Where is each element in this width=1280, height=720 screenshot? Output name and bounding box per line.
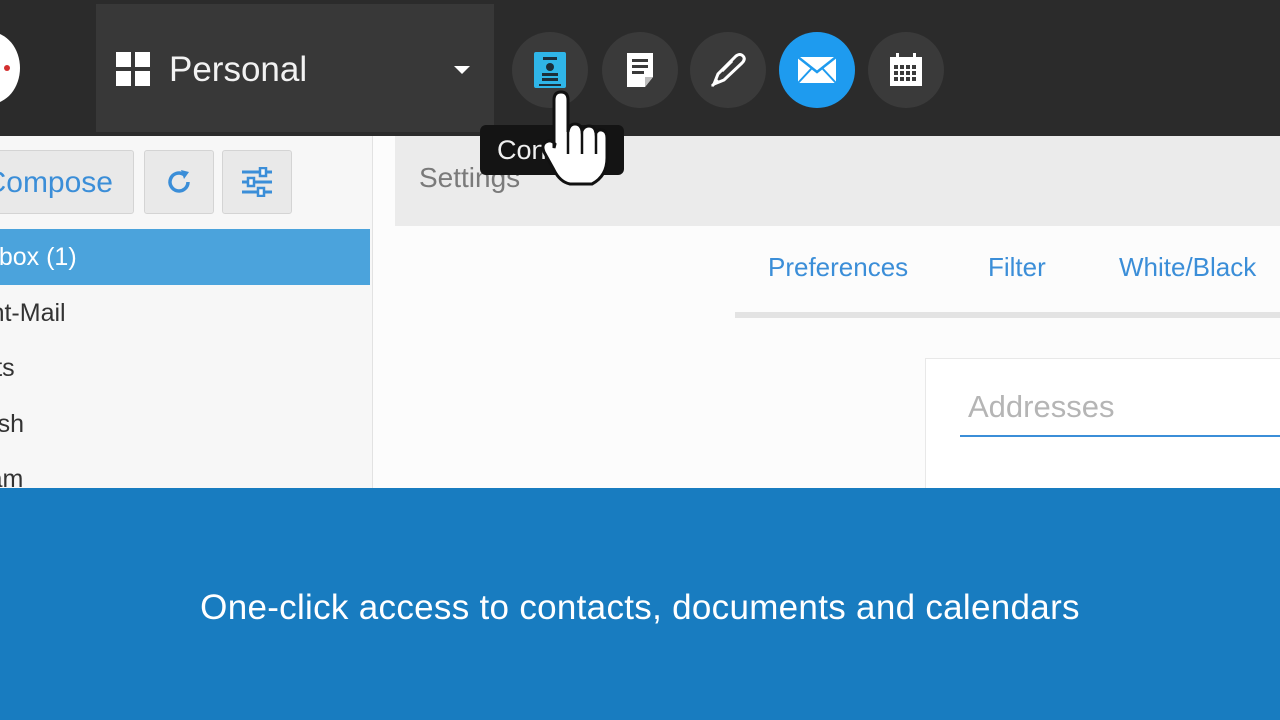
- envelope-icon: [797, 56, 837, 84]
- folder-label: Drafts: [0, 354, 15, 382]
- caption-text: One-click access to contacts, documents …: [200, 588, 1080, 627]
- calendar-button[interactable]: [868, 32, 944, 108]
- pen-icon: [710, 53, 746, 88]
- refresh-button[interactable]: [144, 150, 214, 214]
- contacts-icon: [534, 52, 566, 88]
- documents-button[interactable]: [602, 32, 678, 108]
- filter-settings-button[interactable]: [222, 150, 292, 214]
- notes-button[interactable]: [690, 32, 766, 108]
- folder-drafts[interactable]: Drafts: [0, 340, 370, 396]
- addresses-field-label[interactable]: Addresses: [968, 389, 1114, 425]
- tab-filter[interactable]: Filter: [988, 252, 1046, 283]
- folder-label: Sent-Mail: [0, 299, 66, 327]
- folder-sent[interactable]: Sent-Mail: [0, 285, 370, 341]
- folder-trash[interactable]: Trash: [0, 396, 370, 452]
- mail-button[interactable]: [779, 32, 855, 108]
- top-bar: Personal: [0, 0, 1280, 136]
- addresses-panel: Addresses: [925, 358, 1280, 490]
- tab-preferences[interactable]: Preferences: [768, 252, 908, 283]
- logo-dot: [4, 65, 10, 71]
- caption-banner: One-click access to contacts, documents …: [0, 488, 1280, 720]
- folder-sidebar: Compose Inbox (1) Sent-Mail Drafts Trash…: [0, 136, 373, 493]
- app-logo[interactable]: [0, 32, 20, 104]
- calendar-icon: [890, 53, 922, 86]
- tab-white-black[interactable]: White/Black: [1119, 252, 1256, 283]
- grid-icon: [116, 52, 150, 86]
- folder-label: Trash: [0, 410, 24, 438]
- addresses-field-underline: [960, 435, 1280, 437]
- folder-label: Inbox (1): [0, 243, 77, 271]
- document-icon: [627, 53, 653, 87]
- folder-inbox[interactable]: Inbox (1): [0, 229, 370, 285]
- account-name: Personal: [169, 50, 308, 89]
- refresh-icon: [168, 170, 190, 193]
- tab-underline: [735, 312, 1280, 318]
- account-switcher[interactable]: Personal: [96, 4, 494, 132]
- compose-button[interactable]: Compose: [0, 150, 134, 214]
- sliders-icon: [242, 167, 272, 197]
- main-content: Settings Preferences Filter White/Black …: [373, 136, 1280, 490]
- hand-cursor-icon: [541, 90, 609, 186]
- caret-down-icon: [454, 66, 470, 74]
